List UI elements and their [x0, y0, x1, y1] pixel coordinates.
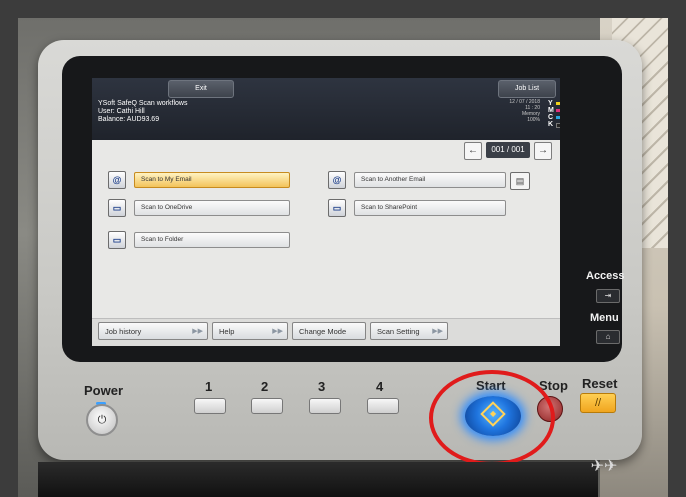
workflow-item[interactable]: ▭ Scan to OneDrive: [108, 199, 290, 217]
workflow-item[interactable]: ▭ Scan to Folder: [108, 231, 290, 249]
bird-icon: ✈✈: [590, 458, 618, 475]
workflow-item[interactable]: @ Scan to My Email: [108, 171, 290, 189]
status-info: 12 / 07 / 2018 11 : 20 Memory 100%: [509, 99, 540, 123]
reset-button[interactable]: //: [580, 393, 616, 413]
email-icon: @: [328, 171, 346, 189]
scan-setting-label: Scan Setting: [377, 327, 420, 336]
user-name: User: Cathi Hill: [98, 108, 145, 115]
scan-to-folder-button[interactable]: Scan to Folder: [134, 232, 290, 248]
folder-icon: ▭: [108, 199, 126, 217]
job-list-button[interactable]: Job List: [498, 80, 556, 98]
chevron-right-icon: ▶▶: [272, 328, 283, 335]
toner-levels: Y M C K: [548, 100, 560, 128]
key-2-label: 2: [261, 379, 269, 394]
key-3-label: 3: [318, 379, 326, 394]
chevron-right-icon: ▶▶: [192, 328, 203, 335]
key-2-button[interactable]: [251, 398, 283, 414]
user-info: YSoft SafeQ Scan workflows User: Cathi H…: [98, 100, 187, 124]
workflow-title: YSoft SafeQ Scan workflows: [98, 100, 188, 107]
workflow-item[interactable]: ▭ Scan to SharePoint: [328, 199, 506, 217]
scan-setting-button[interactable]: Scan Setting ▶▶: [370, 322, 448, 340]
memory-value: 100%: [527, 117, 540, 123]
screen-header: Exit Job List YSoft SafeQ Scan workflows…: [92, 78, 560, 140]
help-label: Help: [219, 327, 235, 336]
folder-icon: ▭: [108, 231, 126, 249]
power-label: Power: [84, 383, 124, 398]
key-1-label: 1: [205, 379, 213, 394]
prev-page-button[interactable]: ←: [464, 142, 482, 160]
touch-screen: Exit Job List YSoft SafeQ Scan workflows…: [92, 78, 560, 346]
job-history-button[interactable]: Job history ▶▶: [98, 322, 208, 340]
printer-lower-body: [38, 462, 598, 497]
toner-magenta: M: [548, 107, 560, 114]
access-button[interactable]: ⇥: [596, 289, 620, 303]
toner-cyan: C: [548, 114, 560, 121]
start-highlight-annotation: [429, 370, 555, 466]
toner-yellow: Y: [548, 100, 560, 107]
help-button[interactable]: Help ▶▶: [212, 322, 288, 340]
key-1-button[interactable]: [194, 398, 226, 414]
page-navigator: ← 001 / 001 →: [464, 142, 552, 160]
scan-settings-icon[interactable]: ▤: [510, 172, 530, 190]
chevron-right-icon: ▶▶: [432, 328, 443, 335]
scan-to-sharepoint-button[interactable]: Scan to SharePoint: [354, 200, 506, 216]
change-mode-button[interactable]: Change Mode: [292, 322, 366, 340]
job-history-label: Job history: [105, 327, 142, 336]
screen-footer: Job history ▶▶ Help ▶▶ Change Mode Scan …: [92, 318, 560, 346]
menu-label: Menu: [590, 312, 619, 324]
scan-to-onedrive-button[interactable]: Scan to OneDrive: [134, 200, 290, 216]
key-3-button[interactable]: [309, 398, 341, 414]
scan-to-my-email-button[interactable]: Scan to My Email: [134, 172, 290, 188]
toner-black: K: [548, 121, 560, 128]
folder-icon: ▭: [328, 199, 346, 217]
access-label: Access: [586, 270, 625, 282]
next-page-button[interactable]: →: [534, 142, 552, 160]
power-button[interactable]: ⏻: [86, 404, 118, 436]
reset-label: Reset: [582, 376, 618, 391]
menu-button[interactable]: ⌂: [596, 330, 620, 344]
key-4-label: 4: [376, 379, 384, 394]
email-icon: @: [108, 171, 126, 189]
workflow-item[interactable]: @ Scan to Another Email: [328, 171, 506, 189]
page-count: 001 / 001: [486, 142, 530, 158]
balance: Balance: AUD93.69: [98, 116, 160, 123]
scan-to-another-email-button[interactable]: Scan to Another Email: [354, 172, 506, 188]
exit-button[interactable]: Exit: [168, 80, 234, 98]
key-4-button[interactable]: [367, 398, 399, 414]
